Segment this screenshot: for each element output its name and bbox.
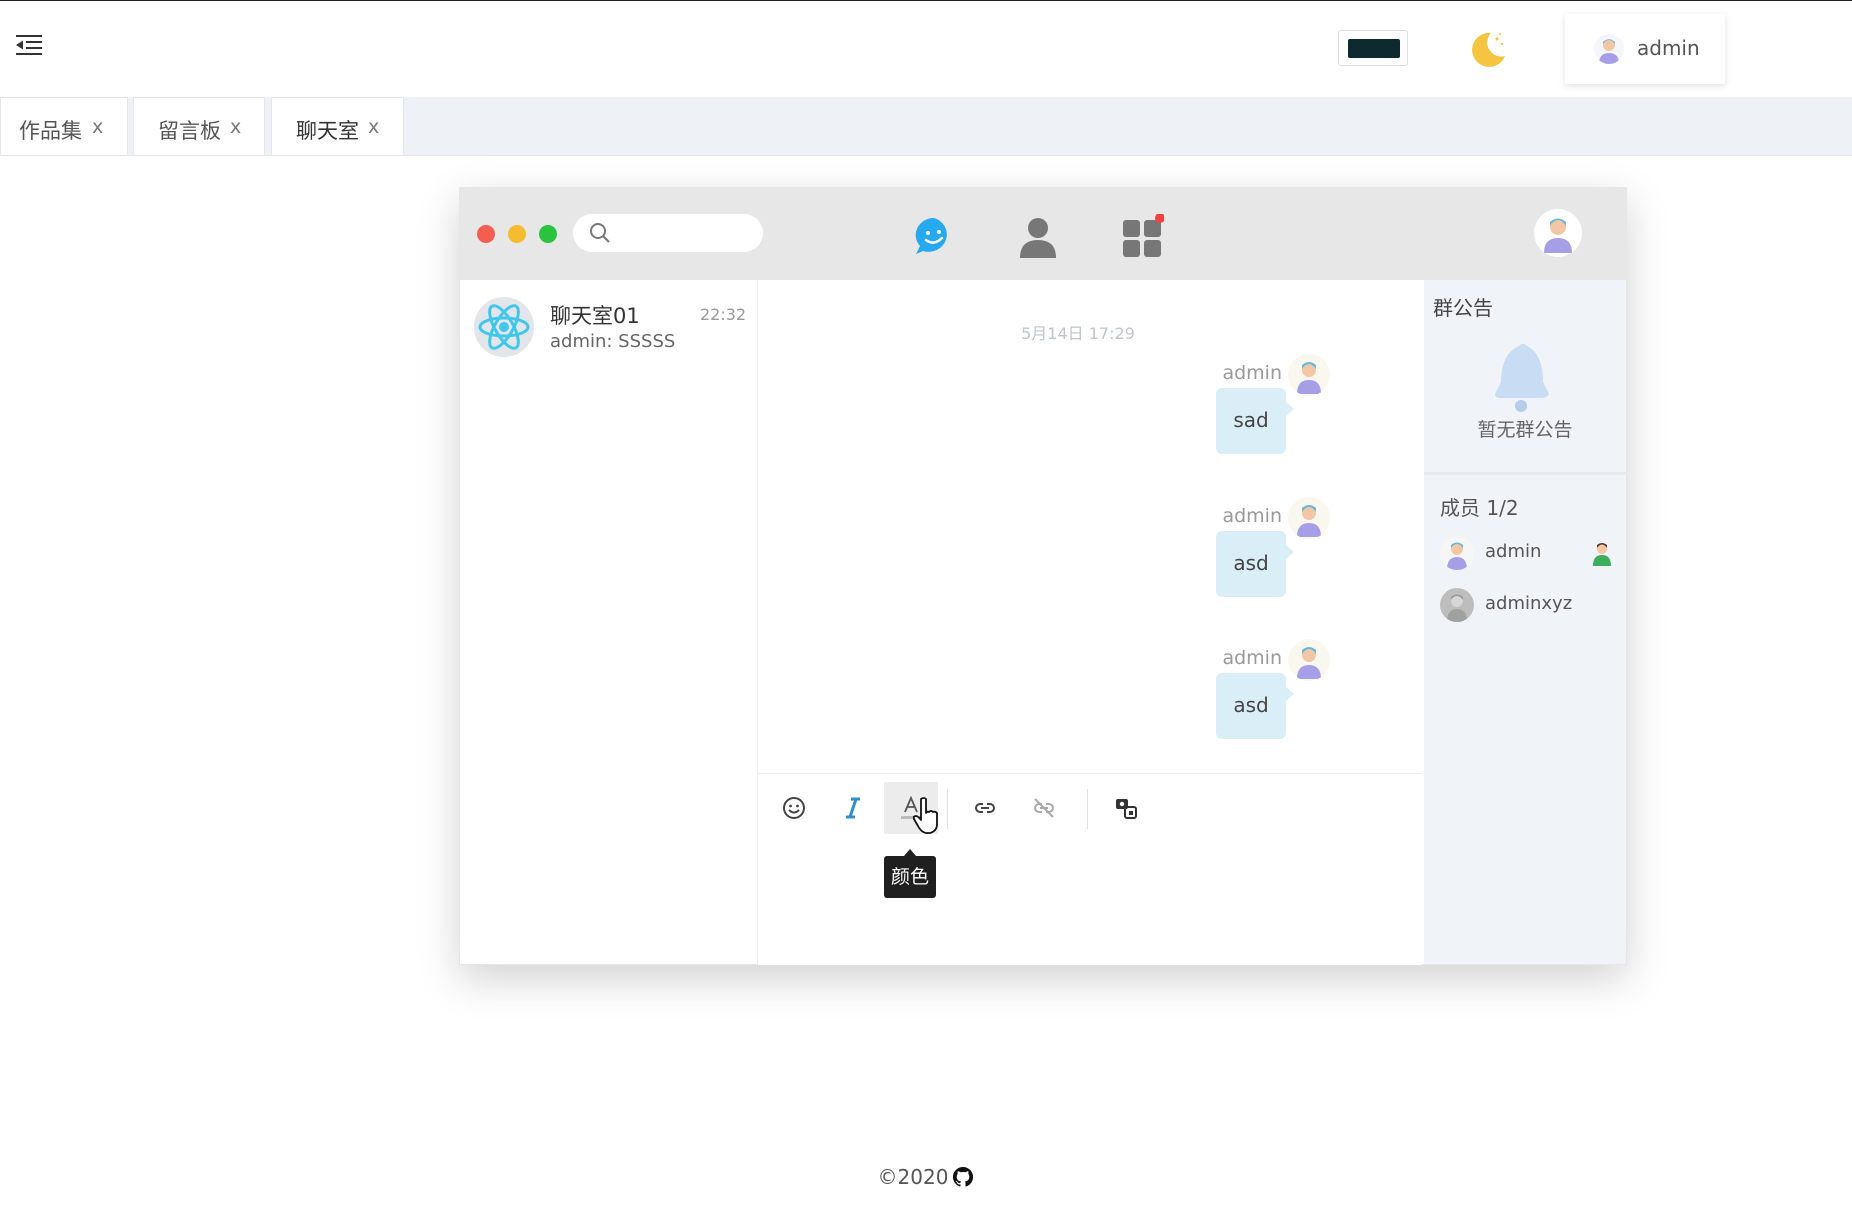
conversation-last-message: admin: SSSSS xyxy=(550,331,676,352)
image-icon[interactable] xyxy=(1099,782,1153,834)
tooltip: 颜色 xyxy=(884,849,936,898)
member-item[interactable]: admin xyxy=(1440,534,1620,572)
bell-icon xyxy=(1487,340,1557,414)
message-timestamp: 5月14日 17:29 xyxy=(1021,324,1135,343)
chat-window: 聊天室01 22:32 admin: SSSSS 5月14日 17:29 adm… xyxy=(459,187,1627,965)
member-item[interactable]: adminxyz xyxy=(1440,586,1620,624)
theme-color-swatch xyxy=(1348,39,1400,58)
tab-bar: 作品集 x 留言板 x 聊天室 x xyxy=(0,97,1852,156)
message-sender: admin xyxy=(1222,362,1282,384)
user-name: admin xyxy=(1637,36,1700,60)
emoji-icon[interactable] xyxy=(767,782,821,834)
close-icon[interactable]: x xyxy=(368,116,379,138)
user-menu[interactable]: admin xyxy=(1565,14,1725,84)
my-avatar[interactable] xyxy=(1534,209,1582,257)
notice-title: 群公告 xyxy=(1433,296,1493,320)
conversation-list: 聊天室01 22:32 admin: SSSSS xyxy=(460,280,758,964)
app-header: admin xyxy=(0,1,1852,97)
link-icon[interactable] xyxy=(958,782,1012,834)
unlink-icon[interactable] xyxy=(1017,782,1071,834)
italic-icon[interactable] xyxy=(826,782,880,834)
sender-avatar[interactable] xyxy=(1288,497,1330,539)
message-list[interactable]: 5月14日 17:29 admin sad admin asd admin as… xyxy=(758,280,1412,773)
hand-cursor-icon xyxy=(912,796,942,836)
moon-icon[interactable] xyxy=(1466,28,1508,70)
tab-chatroom[interactable]: 聊天室 x xyxy=(271,97,404,155)
conversation-time: 22:32 xyxy=(700,305,747,324)
chat-window-titlebar xyxy=(460,188,1626,280)
member-avatar xyxy=(1440,536,1474,570)
message-sender: admin xyxy=(1222,647,1282,669)
react-logo-icon xyxy=(474,297,534,357)
message-sender: admin xyxy=(1222,505,1282,527)
message-item: admin asd xyxy=(758,497,1398,645)
tab-label: 作品集 xyxy=(19,119,82,143)
copyright-text: ©2020 xyxy=(877,1165,949,1189)
window-close-button[interactable] xyxy=(477,225,495,243)
toolbar-divider xyxy=(947,789,948,829)
sidebar-divider xyxy=(1424,472,1626,475)
tab-label: 聊天室 xyxy=(296,119,359,143)
theme-color-picker[interactable] xyxy=(1338,30,1408,66)
tab-portfolio[interactable]: 作品集 x xyxy=(0,97,128,155)
message-item: admin sad xyxy=(758,354,1398,502)
message-item: admin asd xyxy=(758,639,1398,773)
tab-message-board[interactable]: 留言板 x xyxy=(133,97,265,155)
sender-avatar[interactable] xyxy=(1288,639,1330,681)
apps-grid-icon[interactable] xyxy=(1120,213,1165,258)
github-icon[interactable] xyxy=(952,1166,974,1193)
conversation-name: 聊天室01 xyxy=(550,304,640,328)
search-icon xyxy=(590,223,610,243)
close-icon[interactable]: x xyxy=(230,116,241,138)
member-name: adminxyz xyxy=(1485,593,1573,614)
indent-menu-icon[interactable] xyxy=(16,34,50,64)
search-input[interactable] xyxy=(573,214,763,252)
contact-icon[interactable] xyxy=(1016,214,1060,258)
notice-empty-text: 暂无群公告 xyxy=(1477,419,1573,441)
close-icon[interactable]: x xyxy=(92,116,103,138)
message-editor[interactable]: 颜色 xyxy=(758,773,1422,965)
footer: ©2020 xyxy=(0,1165,1852,1193)
message-bubble[interactable]: asd xyxy=(1216,531,1294,597)
member-name: admin xyxy=(1485,541,1542,562)
user-avatar-icon xyxy=(1594,34,1624,64)
owner-icon xyxy=(1590,540,1614,566)
group-sidebar: 群公告 暂无群公告 成员 1/2 admin adminxyz xyxy=(1424,280,1626,964)
member-avatar-offline xyxy=(1440,588,1474,622)
window-minimize-button[interactable] xyxy=(508,225,526,243)
message-bubble[interactable]: asd xyxy=(1216,673,1294,739)
window-maximize-button[interactable] xyxy=(539,225,557,243)
tab-label: 留言板 xyxy=(158,119,221,143)
sender-avatar[interactable] xyxy=(1288,354,1330,396)
message-bubble[interactable]: sad xyxy=(1216,388,1294,454)
toolbar-divider xyxy=(1087,789,1088,829)
chat-bubble-icon[interactable] xyxy=(912,214,956,258)
members-title: 成员 1/2 xyxy=(1440,496,1519,520)
conversation-item[interactable]: 聊天室01 22:32 admin: SSSSS xyxy=(460,280,757,374)
